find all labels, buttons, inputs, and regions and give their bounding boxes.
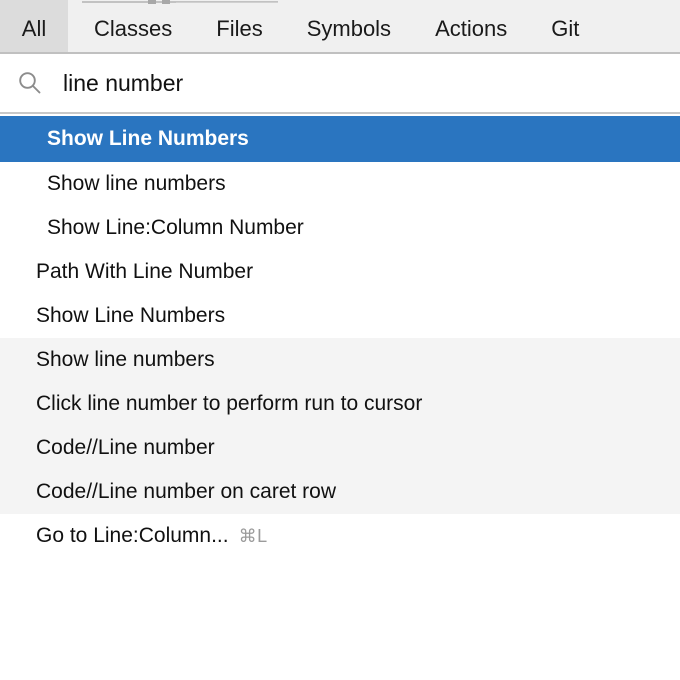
tab-all[interactable]: All — [0, 6, 68, 52]
top-sliver-knob-left — [148, 0, 156, 4]
search-input[interactable] — [63, 66, 680, 100]
result-row-show-line-column-number[interactable]: Show Line:Column Number — [0, 206, 680, 250]
result-row-code-line-number-caret-row[interactable]: Code//Line number on caret row — [0, 470, 680, 514]
result-label: Code//Line number — [36, 436, 215, 459]
search-bar — [0, 54, 680, 114]
search-everywhere-dialog: All Classes Files Symbols Actions Git Sh… — [0, 0, 680, 680]
result-row-show-line-numbers-3[interactable]: Show line numbers — [0, 338, 680, 382]
tab-symbols[interactable]: Symbols — [285, 6, 413, 52]
tab-actions-label: Actions — [435, 16, 508, 41]
result-label: Code//Line number on caret row — [36, 480, 336, 503]
result-label: Show line numbers — [36, 348, 215, 371]
result-label: Path With Line Number — [36, 260, 254, 283]
tab-bar: All Classes Files Symbols Actions Git — [0, 6, 680, 54]
tab-classes[interactable]: Classes — [68, 6, 194, 52]
result-row-go-to-line-column[interactable]: Go to Line:Column... ⌘L — [0, 514, 680, 558]
keyboard-shortcut-badge: ⌘L — [238, 525, 268, 546]
tab-git[interactable]: Git — [529, 6, 579, 52]
tab-actions[interactable]: Actions — [413, 6, 529, 52]
result-row-click-line-number-run-to-cursor[interactable]: Click line number to perform run to curs… — [0, 382, 680, 426]
top-sliver-bar-secondary — [176, 2, 278, 3]
results-list[interactable]: Show Line Numbers Show line numbers Show… — [0, 116, 680, 680]
tab-files[interactable]: Files — [194, 6, 284, 52]
tab-git-label: Git — [551, 16, 580, 41]
result-row-show-line-numbers-2[interactable]: Show Line Numbers — [0, 294, 680, 338]
top-sliver-knob-right — [162, 0, 170, 4]
result-row-show-line-numbers-selected[interactable]: Show Line Numbers — [0, 116, 680, 162]
result-label: Show Line:Column Number — [47, 216, 304, 239]
tab-all-label: All — [21, 16, 47, 41]
tab-symbols-label: Symbols — [306, 16, 392, 41]
result-row-show-line-numbers-lower[interactable]: Show line numbers — [0, 162, 680, 206]
tab-files-label: Files — [216, 16, 263, 41]
result-label: Click line number to perform run to curs… — [36, 392, 423, 415]
result-row-code-line-number[interactable]: Code//Line number — [0, 426, 680, 470]
result-label: Show Line Numbers — [36, 304, 226, 327]
result-label: Show line numbers — [47, 172, 226, 195]
result-label: Go to Line:Column... — [36, 524, 229, 547]
result-row-path-with-line-number[interactable]: Path With Line Number — [0, 250, 680, 294]
tab-classes-label: Classes — [94, 16, 173, 41]
search-icon — [19, 72, 41, 94]
result-label: Show Line Numbers — [47, 127, 249, 150]
